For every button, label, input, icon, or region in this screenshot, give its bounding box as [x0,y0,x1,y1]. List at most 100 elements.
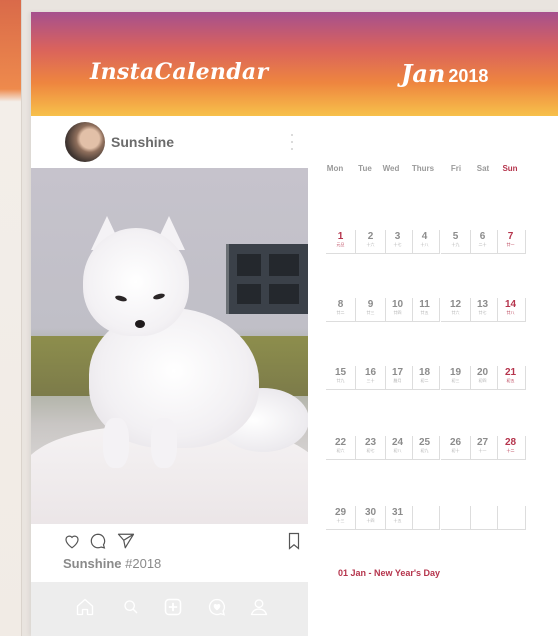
day-cell[interactable]: 23 初七 [356,436,386,460]
day-number: 24 [391,437,404,448]
lunar-date: 廿四 [393,310,402,315]
day-cell[interactable]: 2 十六 [356,230,386,254]
lunar-date: 十九 [451,242,460,247]
day-cell[interactable]: 6 二十 [468,230,498,254]
day-number: 13 [476,299,489,310]
day-cell[interactable]: 30 十四 [356,506,386,530]
lunar-date: 十四 [366,518,375,523]
day-cell[interactable]: 13 廿七 [468,298,498,322]
day-number: 28 [504,437,517,448]
app-title: InstaCalendar [90,59,269,85]
day-cell[interactable]: 10 廿四 [383,298,413,322]
day-cell[interactable]: 1 元旦 [326,230,356,254]
day-number: 31 [391,507,404,518]
house-window [226,244,308,314]
day-number: 11 [419,299,430,310]
day-cell[interactable]: 7 廿一 [496,230,526,254]
lunar-date: 十一 [478,448,487,453]
day-cell[interactable]: 4 十八 [410,230,440,254]
month-label: Jan [401,59,446,88]
instagram-post: Sunshine Sunshine #2018 [31,116,308,636]
day-cell[interactable]: 5 十九 [441,230,471,254]
day-cell[interactable]: 20 初四 [468,366,498,390]
lunar-date: 廿六 [451,310,460,315]
day-cell[interactable]: 19 初三 [441,366,471,390]
lunar-date: 十二 [506,448,515,453]
day-number: 2 [367,231,374,242]
year-label: 2018 [448,66,489,86]
lunar-date: 廿八 [506,310,515,315]
day-cell[interactable]: 14 廿八 [496,298,526,322]
day-number: 29 [334,507,347,518]
day-cell[interactable]: 18 初二 [410,366,440,390]
avatar[interactable] [65,122,105,162]
month-calendar: Mon Tue Wed Thurs Fri Sat Sun 1 元旦 2 十六 3 十七 4… [308,116,558,636]
day-number: 21 [504,367,517,378]
comment-icon[interactable] [89,532,107,550]
lunar-date: 初十 [451,448,460,453]
post-header: Sunshine [31,116,308,168]
lunar-date: 初四 [478,378,487,383]
lunar-date: 廿五 [420,310,429,315]
weekday-label: Wed [382,164,400,173]
search-icon[interactable] [123,597,139,617]
lunar-date: 三十 [366,378,375,383]
weekday-header: Mon Tue Wed Thurs Fri Sat Sun [318,164,558,180]
day-cell[interactable]: 22 初六 [326,436,356,460]
day-cell[interactable]: 8 廿二 [326,298,356,322]
bottom-tab-bar [31,582,308,636]
day-number: 14 [504,299,517,310]
day-number: 3 [394,231,401,242]
day-cell[interactable]: 16 三十 [356,366,386,390]
day-cell[interactable]: 9 廿三 [356,298,386,322]
day-cell[interactable]: 25 初九 [410,436,440,460]
day-cell[interactable]: 21 初五 [496,366,526,390]
fox-nose [135,320,145,328]
caption-hashtag[interactable]: #2018 [125,556,161,571]
lunar-date: 初二 [420,378,429,383]
day-number: 27 [476,437,489,448]
day-cell[interactable]: 27 十一 [468,436,498,460]
day-number: 1 [337,231,344,242]
day-cell[interactable]: 12 廿六 [441,298,471,322]
lunar-date: 腊月 [393,378,402,383]
day-number: 26 [449,437,462,448]
day-cell[interactable]: 24 初八 [383,436,413,460]
bookmark-icon[interactable] [287,532,301,550]
heart-icon[interactable] [63,532,81,550]
day-cell[interactable]: 29 十三 [326,506,356,530]
day-cell[interactable]: 31 十五 [383,506,413,530]
day-cell[interactable]: 3 十七 [383,230,413,254]
calendar-card: InstaCalendar Jan 2018 Sunshine Sunshine… [31,12,558,636]
lunar-date: 元旦 [336,242,345,247]
calendar-header: InstaCalendar Jan 2018 [31,12,558,116]
activity-icon[interactable] [207,597,227,617]
empty-day-cell [441,506,471,530]
day-cell[interactable]: 28 十二 [496,436,526,460]
add-post-icon[interactable] [163,597,183,617]
weekday-label: Thurs [411,164,435,173]
lunar-date: 廿二 [336,310,345,315]
day-cell[interactable]: 26 初十 [441,436,471,460]
more-icon[interactable] [289,134,295,150]
day-cell[interactable]: 15 廿九 [326,366,356,390]
day-cell[interactable]: 17 腊月 [383,366,413,390]
weekday-label: Mon [326,164,344,173]
caption-username[interactable]: Sunshine [63,556,122,571]
day-number: 7 [507,231,514,242]
profile-icon[interactable] [249,597,269,617]
lunar-date: 初九 [420,448,429,453]
lunar-date: 初八 [393,448,402,453]
empty-day-cell [468,506,498,530]
fox-head [83,228,189,336]
day-number: 4 [421,231,428,242]
day-number: 6 [479,231,486,242]
send-icon[interactable] [115,532,137,550]
post-username[interactable]: Sunshine [111,134,174,150]
day-number: 25 [418,437,431,448]
day-cell[interactable]: 11 廿五 [410,298,440,322]
lunar-date: 廿七 [478,310,487,315]
lunar-date: 廿九 [336,378,345,383]
day-number: 19 [449,367,462,378]
home-icon[interactable] [75,597,95,617]
